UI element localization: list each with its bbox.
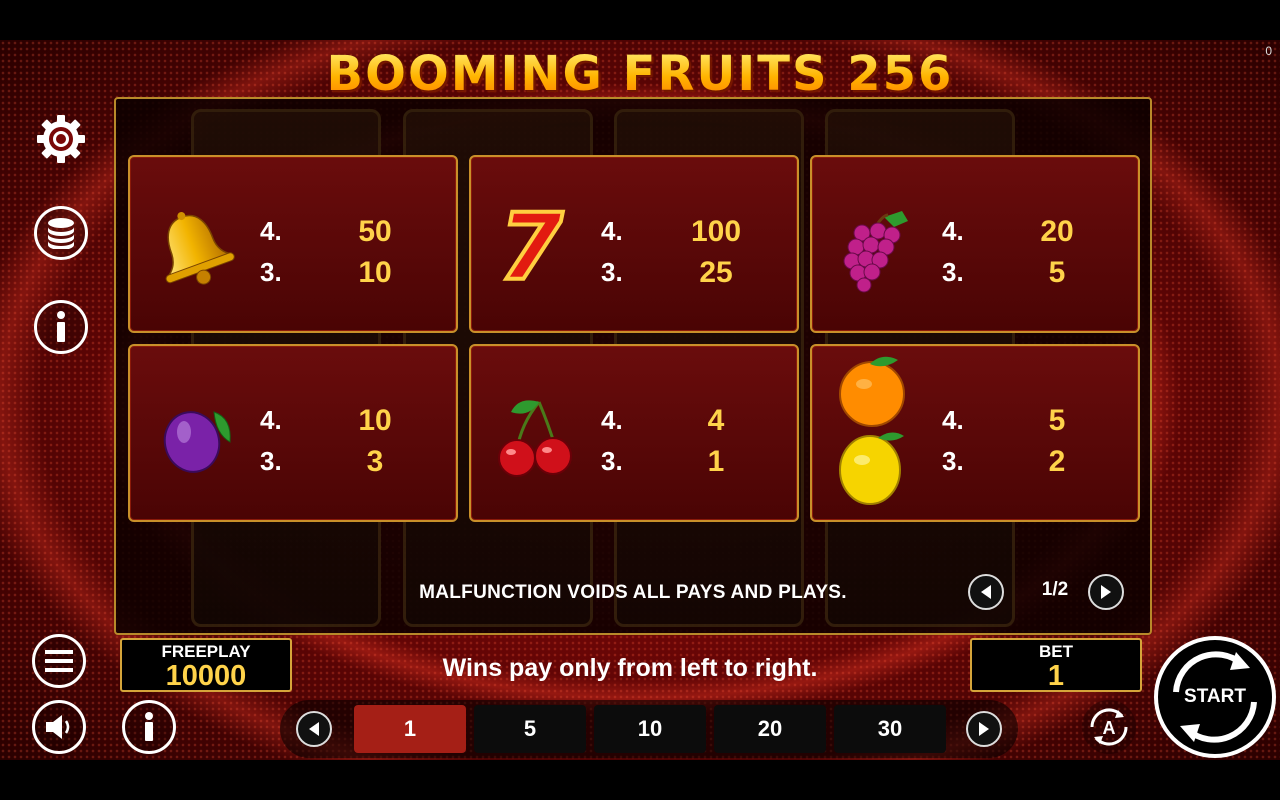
info-button[interactable] [34, 300, 88, 354]
pay-count: 3. [942, 257, 964, 287]
paytable-prev-button[interactable] [968, 574, 1004, 610]
info-icon [145, 712, 153, 741]
paytable-card-seven: 7 4. 100 3. 25 [469, 155, 799, 333]
pay-value: 1 [707, 444, 725, 478]
pay-value: 4 [707, 403, 725, 437]
pay-value: 20 [1040, 214, 1074, 248]
arrow-left-icon [981, 585, 991, 599]
svg-text:A: A [1103, 718, 1116, 738]
bet-option-1[interactable]: 1 [354, 705, 466, 753]
arrow-right-icon [1101, 585, 1111, 599]
pay-count: 4. [942, 216, 964, 246]
pay-row: 4. 10 [260, 400, 420, 441]
pay-value: 100 [690, 214, 742, 248]
pay-count: 4. [260, 216, 282, 246]
pay-row: 3. 10 [260, 252, 420, 293]
bet-display: BET 1 [970, 638, 1142, 692]
pay-row: 4. 20 [942, 211, 1102, 252]
seven-glyph: 7 [499, 201, 563, 291]
page-indicator: 1/2 [1041, 579, 1069, 600]
arrow-left-icon [309, 722, 319, 736]
status-message: Wins pay only from left to right. [442, 654, 818, 682]
hamburger-menu-icon [45, 650, 73, 672]
menu-button[interactable] [32, 634, 86, 688]
paytable-panel: 4. 50 3. 10 7 4. 100 3. 25 4. 20 3. 5 4.… [114, 97, 1152, 635]
pay-value: 2 [1048, 444, 1066, 478]
bet-option-20[interactable]: 20 [714, 705, 826, 753]
pay-row: 4. 4 [601, 400, 761, 441]
pay-count: 4. [942, 405, 964, 435]
pay-values: 4. 20 3. 5 [942, 211, 1102, 293]
pay-count: 3. [942, 446, 964, 476]
pay-row: 3. 5 [942, 252, 1102, 293]
grapes-icon [832, 203, 922, 293]
game-screen: 0 BOOMING FRUITS 256 4. 50 3. 10 7 4. 10… [0, 40, 1280, 760]
pay-values: 4. 4 3. 1 [601, 400, 761, 482]
pay-row: 3. 2 [942, 441, 1102, 482]
arrow-right-icon [979, 722, 989, 736]
pay-row: 3. 3 [260, 441, 420, 482]
pay-count: 3. [260, 257, 282, 287]
paytable-card-orange-lemon: 4. 5 3. 2 [810, 344, 1140, 522]
bell-icon [148, 203, 238, 293]
autoplay-button[interactable]: A [1082, 700, 1136, 754]
pay-count: 3. [260, 446, 282, 476]
start-button[interactable]: START [1154, 636, 1276, 758]
bet-label: BET [1039, 642, 1073, 661]
corner-counter: 0 [1265, 44, 1272, 58]
pay-row: 4. 5 [942, 400, 1102, 441]
pay-row: 4. 50 [260, 211, 420, 252]
paytable-card-cherries: 4. 4 3. 1 [469, 344, 799, 522]
coin-stack-icon [48, 218, 74, 249]
speaker-icon [46, 715, 70, 739]
paytable-card-bell: 4. 50 3. 10 [128, 155, 458, 333]
pay-value: 5 [1048, 403, 1066, 437]
bet-option-10[interactable]: 10 [594, 705, 706, 753]
pay-values: 4. 10 3. 3 [260, 400, 420, 482]
pay-value: 3 [366, 444, 384, 478]
balance-label: FREEPLAY [161, 642, 251, 661]
pay-value: 25 [699, 255, 733, 289]
balance-value: 10000 [165, 660, 247, 692]
paytable-card-plum: 4. 10 3. 3 [128, 344, 458, 522]
info-icon [57, 311, 65, 342]
game-info-button[interactable] [122, 700, 176, 754]
settings-button[interactable] [34, 112, 88, 166]
pay-value: 5 [1048, 255, 1066, 289]
pay-values: 4. 5 3. 2 [942, 400, 1102, 482]
pay-row: 3. 25 [601, 252, 761, 293]
sound-button[interactable] [32, 700, 86, 754]
pay-row: 4. 100 [601, 211, 761, 252]
bet-value: 1 [1047, 660, 1065, 692]
pay-value: 10 [358, 255, 392, 289]
plum-icon [154, 392, 244, 482]
balance-display: FREEPLAY 10000 [120, 638, 292, 692]
autoplay-icon: A [1090, 708, 1128, 746]
paytable-next-button[interactable] [1088, 574, 1124, 610]
start-label: START [1184, 686, 1246, 707]
orange-lemon-icon [834, 352, 914, 512]
pay-count: 4. [260, 405, 282, 435]
gear-icon [37, 115, 85, 163]
cherries-icon [493, 392, 583, 482]
pay-values: 4. 100 3. 25 [601, 211, 761, 293]
pay-count: 3. [601, 257, 623, 287]
pay-count: 3. [601, 446, 623, 476]
pay-count: 4. [601, 405, 623, 435]
pay-value: 10 [358, 403, 392, 437]
coins-button[interactable] [34, 206, 88, 260]
pay-count: 4. [601, 216, 623, 246]
pay-value: 50 [358, 214, 392, 248]
malfunction-disclaimer: MALFUNCTION VOIDS ALL PAYS AND PLAYS. [419, 582, 847, 603]
game-title: BOOMING FRUITS 256 [300, 46, 980, 102]
pay-row: 3. 1 [601, 441, 761, 482]
bet-option-5[interactable]: 5 [474, 705, 586, 753]
pay-values: 4. 50 3. 10 [260, 211, 420, 293]
bet-increase-button[interactable] [966, 711, 1002, 747]
seven-icon: 7 [491, 192, 581, 303]
paytable-card-grapes: 4. 20 3. 5 [810, 155, 1140, 333]
bet-decrease-button[interactable] [296, 711, 332, 747]
bet-selector: 1 5 10 20 30 [280, 700, 1018, 758]
bet-option-30[interactable]: 30 [834, 705, 946, 753]
